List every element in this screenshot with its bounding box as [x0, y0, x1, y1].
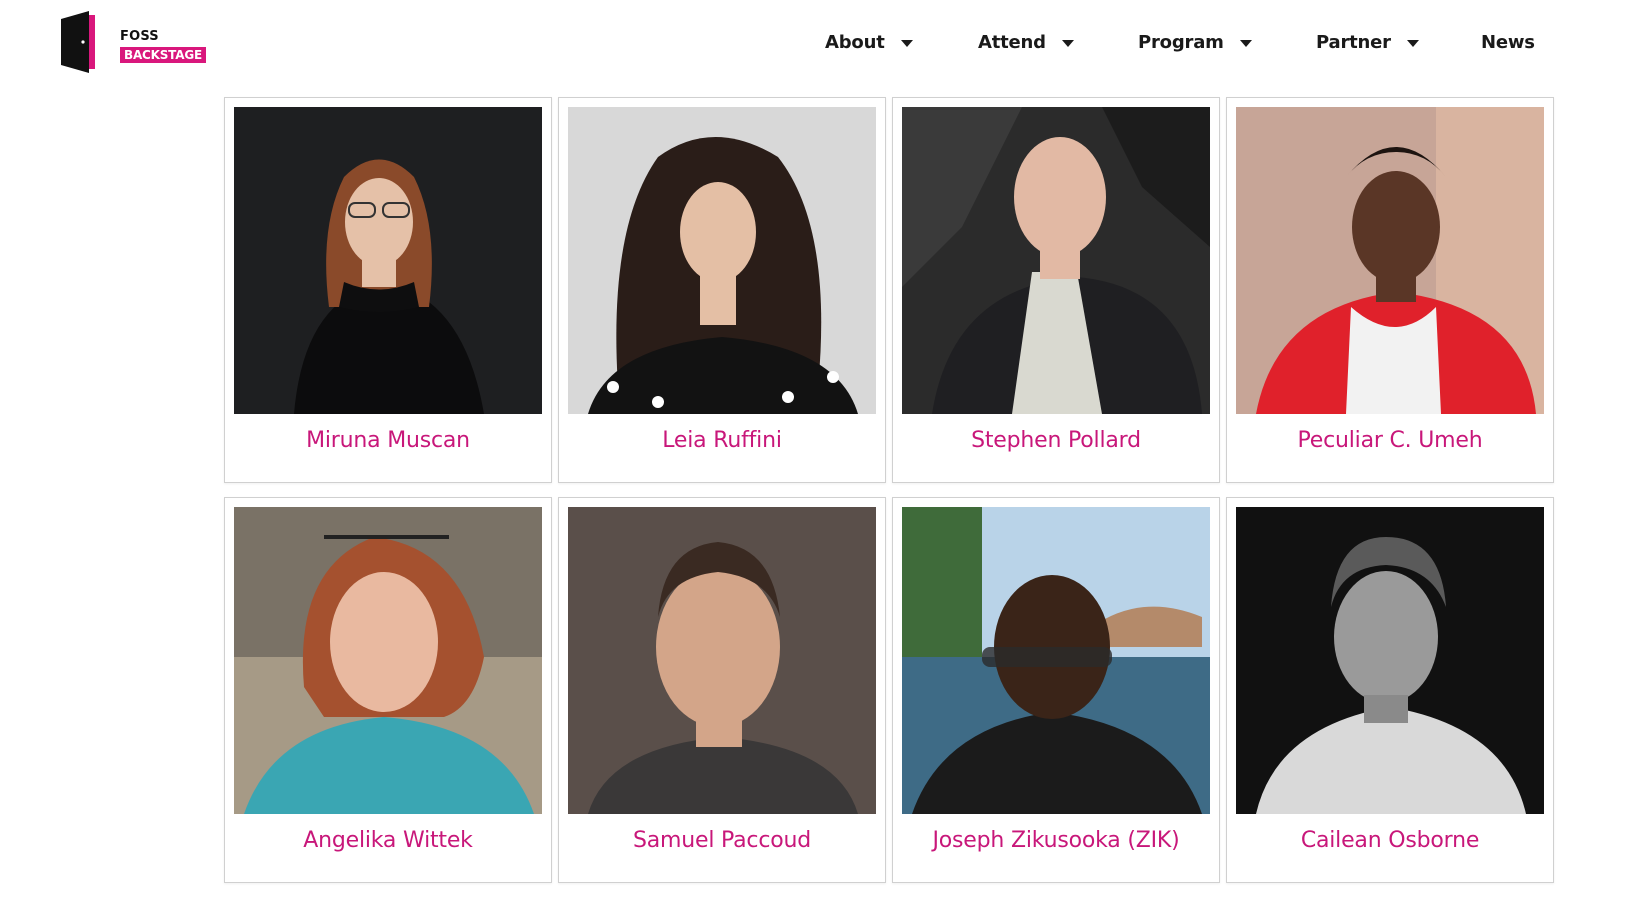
- speaker-card[interactable]: Stephen Pollard: [892, 97, 1220, 483]
- portrait-photo-icon: [902, 507, 1210, 814]
- nav-item-program[interactable]: Program: [1138, 28, 1252, 56]
- speaker-name[interactable]: Angelika Wittek: [225, 828, 551, 853]
- speaker-name[interactable]: Peculiar C. Umeh: [1227, 428, 1553, 453]
- speaker-name[interactable]: Samuel Paccoud: [559, 828, 885, 853]
- speaker-card[interactable]: Cailean Osborne: [1226, 497, 1554, 883]
- portrait-photo-icon: [234, 507, 542, 814]
- speaker-photo[interactable]: [568, 507, 876, 814]
- nav-item-partner[interactable]: Partner: [1316, 28, 1419, 56]
- nav-label-program: Program: [1138, 31, 1224, 53]
- speaker-name[interactable]: Miruna Muscan: [225, 428, 551, 453]
- portrait-photo-icon: [568, 107, 876, 414]
- caret-down-icon: [900, 39, 913, 47]
- speaker-card[interactable]: Angelika Wittek: [224, 497, 552, 883]
- speaker-card[interactable]: Peculiar C. Umeh: [1226, 97, 1554, 483]
- portrait-photo-icon: [1236, 107, 1544, 414]
- portrait-photo-icon: [902, 107, 1210, 414]
- speaker-card[interactable]: Miruna Muscan: [224, 97, 552, 483]
- site-header: FOSS BACKSTAGE About Attend Program Part…: [0, 0, 1633, 90]
- speaker-card[interactable]: Joseph Zikusooka (ZIK): [892, 497, 1220, 883]
- speaker-card[interactable]: Leia Ruffini: [558, 97, 886, 483]
- speaker-photo[interactable]: [902, 507, 1210, 814]
- nav-item-attend[interactable]: Attend: [978, 28, 1074, 56]
- nav-label-partner: Partner: [1316, 31, 1391, 53]
- portrait-photo-icon: [234, 107, 542, 414]
- portrait-photo-icon: [568, 507, 876, 814]
- speaker-photo[interactable]: [234, 507, 542, 814]
- speaker-photo[interactable]: [1236, 507, 1544, 814]
- speaker-photo[interactable]: [1236, 107, 1544, 414]
- caret-down-icon: [1406, 39, 1419, 47]
- nav-item-news[interactable]: News: [1481, 28, 1535, 56]
- speaker-photo[interactable]: [234, 107, 542, 414]
- speaker-name[interactable]: Joseph Zikusooka (ZIK): [893, 828, 1219, 853]
- nav-item-about[interactable]: About: [825, 28, 913, 56]
- speaker-name[interactable]: Stephen Pollard: [893, 428, 1219, 453]
- speaker-photo[interactable]: [902, 107, 1210, 414]
- nav-label-about: About: [825, 31, 885, 53]
- nav-label-news: News: [1481, 31, 1535, 53]
- speaker-card[interactable]: Samuel Paccoud: [558, 497, 886, 883]
- speaker-name[interactable]: Cailean Osborne: [1227, 828, 1553, 853]
- caret-down-icon: [1239, 39, 1252, 47]
- main-nav: About Attend Program Partner News: [0, 28, 1633, 58]
- caret-down-icon: [1061, 39, 1074, 47]
- speaker-photo[interactable]: [568, 107, 876, 414]
- speaker-name[interactable]: Leia Ruffini: [559, 428, 885, 453]
- portrait-photo-icon: [1236, 507, 1544, 814]
- nav-label-attend: Attend: [978, 31, 1046, 53]
